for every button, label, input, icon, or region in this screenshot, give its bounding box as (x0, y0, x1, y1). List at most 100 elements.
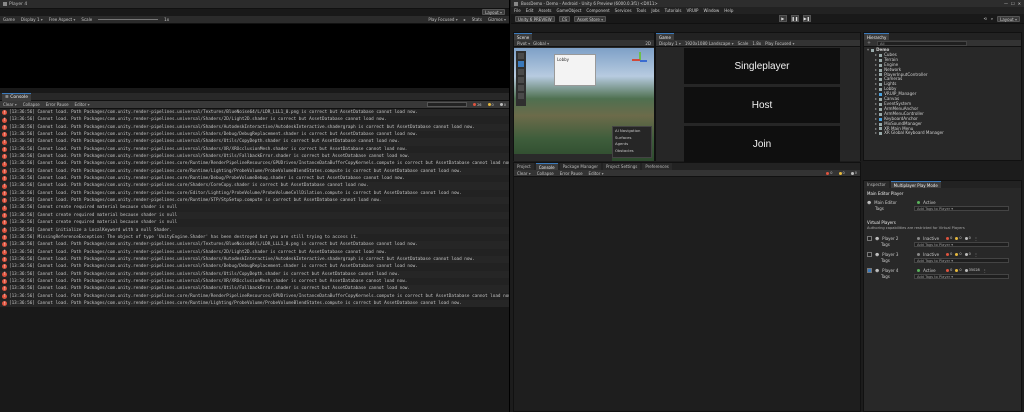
player-menu-icon[interactable]: ⋮ (974, 236, 978, 241)
tab-project[interactable]: Project (514, 163, 534, 170)
player-menu-icon[interactable]: ⋮ (983, 268, 987, 273)
layout-dropdown[interactable]: Layout (482, 9, 505, 15)
layout-dropdown[interactable]: Layout (997, 15, 1020, 22)
console-empty-area[interactable] (514, 177, 860, 411)
player-menu-icon[interactable]: ⋮ (974, 252, 978, 257)
log-entry[interactable]: [13:36:56] Cannot load. Path Packages/co… (0, 138, 509, 146)
maximize-icon[interactable]: ☐ (1011, 1, 1015, 6)
singleplayer-button[interactable]: Singleplayer (684, 48, 840, 84)
2d-toggle[interactable]: 2D (645, 41, 651, 46)
clear-button[interactable]: Clear (3, 102, 17, 107)
hand-tool-icon[interactable] (518, 53, 524, 59)
error-pause-button[interactable]: Error Pause (46, 102, 69, 107)
log-entry[interactable]: [13:36:56] Cannot load. Path Packages/co… (0, 241, 509, 249)
player-log-badge[interactable]: 35028 (964, 268, 980, 272)
asset-store-dropdown[interactable]: Asset Store (574, 15, 607, 22)
log-entry[interactable]: [13:36:56] Cannot load. Path Packages/co… (0, 263, 509, 271)
log-entry[interactable]: [13:36:56] Cannot load. Path Packages/co… (0, 123, 509, 132)
tab-hierarchy[interactable]: Hierarchy (864, 33, 890, 40)
gizmos-dropdown[interactable]: Gizmos (488, 17, 506, 22)
hierarchy-item[interactable]: ▸ XR Global Keyboard Manager (867, 131, 1018, 136)
menu-item-gameobject[interactable]: GameObject (556, 8, 581, 13)
info-count-badge[interactable]: 0 (499, 103, 506, 107)
unity-account-button[interactable]: Unity 6 PREVIEW (515, 15, 555, 22)
rect-tool-icon[interactable] (518, 85, 524, 91)
tab-console[interactable]: ≡ Console (2, 92, 32, 101)
transform-tool-icon[interactable] (518, 93, 524, 99)
global-dropdown[interactable]: Global (533, 41, 549, 46)
log-entry[interactable]: [13:36:56] Cannot load. Path Packages/co… (0, 292, 509, 300)
tab-multiplayer-play-mode[interactable]: Multiplayer Play Mode (890, 181, 941, 188)
log-entry[interactable]: [13:36:56] Cannot initialize a LocalKeyw… (0, 226, 509, 234)
player-error-badge[interactable]: 0 (946, 252, 952, 256)
play-focused-dropdown[interactable]: Play Focused (765, 41, 794, 46)
warning-count-badge[interactable]: 0 (838, 171, 845, 175)
hierarchy-tree[interactable]: ▾ Demo ▸ Cubes ▸ Terrain ▸ Engine ▸ Network ▸ Playe… (864, 47, 1021, 137)
main-editor-tags-field[interactable]: Add Tags to Player (914, 205, 1009, 211)
player-error-badge[interactable]: 0 (946, 236, 952, 240)
menu-item-tools[interactable]: Tools (637, 8, 647, 13)
menu-item-component[interactable]: Component (586, 8, 609, 13)
log-entry[interactable]: [13:36:56] Cannot load. Path Packages/co… (0, 277, 509, 286)
log-entry[interactable]: [13:36:56] Cannot create required materi… (0, 204, 509, 212)
log-entry[interactable]: [13:36:56] Cannot load. Path Packages/co… (0, 189, 509, 198)
expand-arrow-icon[interactable]: ▸ (875, 131, 877, 136)
pause-button[interactable]: ❚❚ (790, 15, 799, 22)
collapse-button[interactable]: Collapse (537, 171, 554, 176)
display-dropdown[interactable]: Display 1 (21, 17, 43, 22)
log-entry[interactable]: [13:36:56] Cannot load. Path Packages/co… (0, 270, 509, 278)
log-entry[interactable]: [13:36:56] Cannot load. Path Packages/co… (0, 197, 509, 205)
stats-button[interactable]: Stats (472, 17, 482, 22)
expand-arrow-icon[interactable]: ▾ (867, 47, 869, 53)
player-warning-badge[interactable]: 0 (955, 268, 962, 272)
host-button[interactable]: Host (684, 87, 840, 123)
menu-item-edit[interactable]: Edit (526, 8, 534, 13)
log-entry[interactable]: [13:36:56] MissingReferenceException: Th… (0, 233, 509, 242)
log-entry[interactable]: [13:36:56] Cannot load. Path Packages/co… (0, 255, 509, 264)
cloud-services-button[interactable]: CS (558, 15, 571, 22)
scene-viewport[interactable]: Lobby AI Navigation Surfaces Agents Obst… (514, 48, 654, 161)
join-button[interactable]: Join (684, 126, 840, 162)
tab-scene[interactable]: Scene (514, 33, 533, 40)
log-entry[interactable]: [13:36:56] Cannot load. Path Packages/co… (0, 285, 509, 293)
log-entry[interactable]: [13:36:56] Cannot load. Path Packages/co… (0, 145, 509, 154)
player-log-badge[interactable]: 0 (964, 252, 971, 256)
play-focused-dropdown[interactable]: Play Focused (428, 17, 457, 22)
log-entry[interactable]: [13:36:56] Cannot load. Path Packages/co… (0, 153, 509, 161)
error-count-badge[interactable]: 26 (473, 103, 482, 107)
menu-item-vruip[interactable]: VRUIP (686, 8, 698, 13)
player-tags-field[interactable]: Add Tags to Player (914, 273, 1009, 279)
log-entry[interactable]: [13:36:56] Cannot load. Path Packages/co… (0, 299, 509, 308)
console-log-list[interactable]: [13:36:56] Cannot load. Path Packages/co… (0, 109, 509, 308)
editor-dropdown[interactable]: Editor (589, 171, 604, 176)
info-count-badge[interactable]: 0 (850, 171, 857, 175)
move-tool-icon[interactable] (518, 61, 524, 67)
editor-dropdown[interactable]: Editor (75, 102, 90, 107)
tab-inspector[interactable]: Inspector (864, 181, 889, 188)
rotate-tool-icon[interactable] (518, 69, 524, 75)
log-entry[interactable]: [13:36:56] Cannot load. Path Packages/co… (0, 116, 509, 124)
player-enable-checkbox[interactable] (867, 251, 872, 257)
player-error-badge[interactable]: 0 (946, 268, 952, 272)
history-icon[interactable]: ⟲ (984, 16, 987, 21)
log-entry[interactable]: [13:36:56] Cannot load. Path Packages/co… (0, 167, 509, 176)
player-tags-field[interactable]: Add Tags to Player (914, 241, 1009, 247)
player-warning-badge[interactable]: 0 (955, 236, 962, 240)
player-enable-checkbox[interactable] (867, 235, 872, 241)
menu-item-assets[interactable]: Assets (538, 8, 551, 13)
search-icon[interactable]: ⌕ (991, 16, 993, 21)
step-button[interactable]: ▶❚ (802, 15, 811, 22)
hierarchy-search-input[interactable]: All (877, 40, 967, 46)
log-entry[interactable]: [13:36:56] Cannot create required materi… (0, 219, 509, 227)
error-count-badge[interactable]: 0 (826, 171, 833, 175)
scene-gizmo[interactable] (632, 52, 648, 68)
menu-item-tutorials[interactable]: Tutorials (665, 8, 682, 13)
log-entry[interactable]: [13:36:56] Cannot load. Path Packages/co… (0, 175, 509, 183)
scale-tool-icon[interactable] (518, 77, 524, 83)
close-icon[interactable]: ✕ (1018, 1, 1021, 6)
collapse-button[interactable]: Collapse (23, 102, 40, 107)
resolution-dropdown[interactable]: 1920x1080 Landscape (685, 41, 734, 46)
mute-audio-icon[interactable]: ▸ (464, 17, 466, 22)
tab-package-manager[interactable]: Package Manager (559, 163, 601, 170)
tab-console[interactable]: Console (535, 163, 558, 170)
